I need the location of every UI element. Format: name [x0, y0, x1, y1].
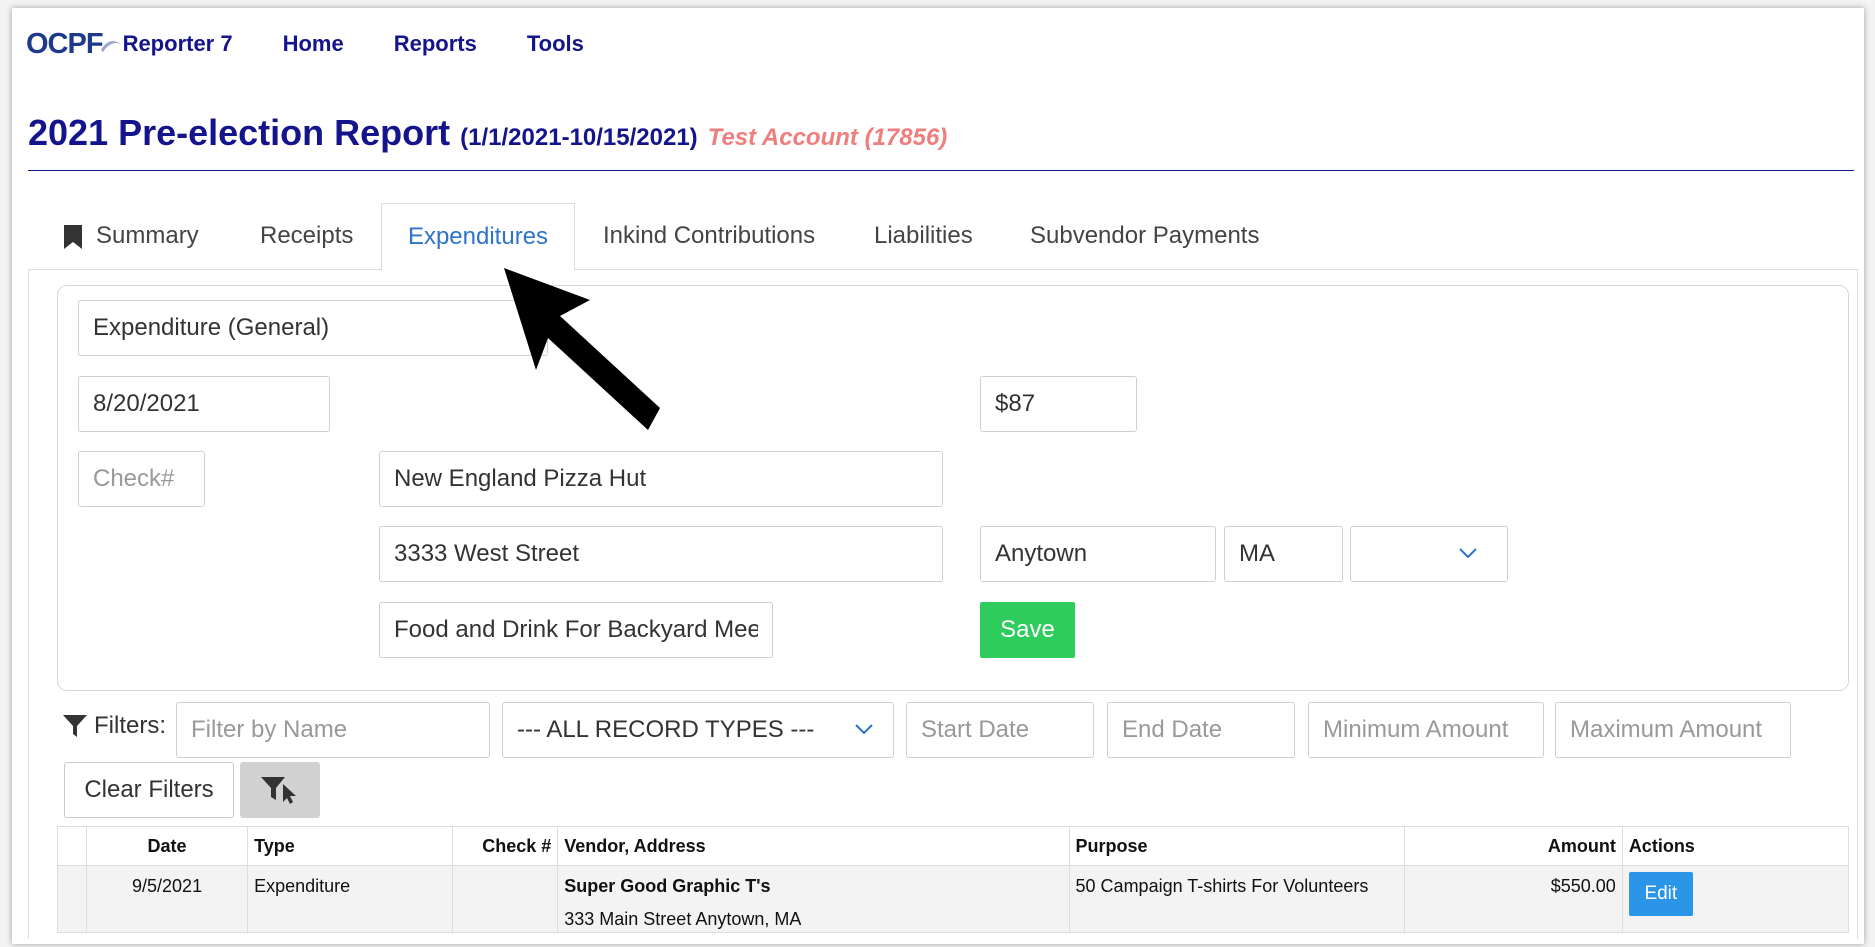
tab-receipts[interactable]: Receipts	[260, 203, 353, 269]
report-tabs: Summary Receipts Expenditures Inkind Con…	[28, 203, 1858, 271]
chevron-down-icon	[855, 724, 873, 735]
tab-receipts-label: Receipts	[260, 222, 354, 249]
vendor-name-field[interactable]	[379, 451, 943, 507]
expenditure-type-select[interactable]: Expenditure (General)	[78, 300, 548, 356]
edit-button[interactable]: Edit	[1628, 872, 1693, 916]
vendor-address: 333 Main Street Anytown, MA	[564, 909, 802, 929]
filters-label: Filters:	[62, 712, 166, 740]
check-number-field[interactable]	[78, 451, 205, 507]
filter-icon	[63, 715, 87, 737]
column-header-check[interactable]: Check #	[452, 826, 559, 866]
report-date-range: (1/1/2021-10/15/2021)	[460, 124, 698, 151]
amount-field[interactable]	[980, 376, 1137, 432]
start-date-filter[interactable]	[906, 702, 1094, 758]
record-type-select[interactable]: --- ALL RECORD TYPES ---	[502, 702, 894, 758]
end-date-filter[interactable]	[1107, 702, 1295, 758]
page-title: 2021 Pre-election Report	[28, 112, 451, 153]
tab-summary-label: Summary	[96, 222, 199, 249]
column-header-type[interactable]: Type	[247, 826, 454, 866]
logo-text: OCPF	[26, 27, 104, 60]
logo-swoosh-icon	[100, 41, 121, 52]
tab-inkind-label: Inkind Contributions	[603, 222, 816, 249]
top-navbar: OCPF Reporter 7 Home Reports Tools	[26, 24, 584, 64]
chevron-down-icon	[1459, 548, 1477, 559]
record-type-value: --- ALL RECORD TYPES ---	[517, 716, 815, 743]
account-label: Test Account (17856)	[707, 124, 948, 151]
row-selector-header	[56, 826, 88, 866]
purpose-field[interactable]	[379, 602, 773, 658]
street-address-field[interactable]	[379, 526, 943, 582]
column-header-actions: Actions	[1621, 826, 1850, 866]
zip-select[interactable]	[1350, 526, 1508, 582]
table-header-row: Date Type Check # Vendor, Address Purpos…	[56, 826, 1850, 866]
row-purpose: 50 Campaign T-shirts For Volunteers	[1068, 865, 1405, 933]
callout-arrow-icon	[504, 268, 660, 430]
city-field[interactable]	[980, 526, 1216, 582]
date-field[interactable]	[78, 376, 330, 432]
column-header-vendor[interactable]: Vendor, Address	[557, 826, 1070, 866]
column-header-date[interactable]: Date	[86, 826, 249, 866]
vendor-name: Super Good Graphic T's	[564, 876, 771, 896]
tab-liabilities[interactable]: Liabilities	[874, 203, 973, 269]
row-actions: Edit	[1621, 865, 1850, 933]
filters-label-text: Filters:	[94, 712, 166, 739]
minimum-amount-filter[interactable]	[1308, 702, 1544, 758]
column-header-amount[interactable]: Amount	[1403, 826, 1623, 866]
tab-summary[interactable]: Summary	[64, 203, 199, 269]
row-type: Expenditure	[247, 865, 454, 933]
row-date: 9/5/2021	[86, 865, 249, 933]
report-title-row: 2021 Pre-election Report (1/1/2021-10/15…	[28, 112, 947, 154]
nav-tools-link[interactable]: Tools	[527, 31, 584, 57]
expenditure-type-value: Expenditure (General)	[93, 314, 330, 341]
row-check	[452, 865, 559, 933]
ocpf-logo[interactable]: OCPF	[26, 24, 121, 64]
tab-subvendor-payments[interactable]: Subvendor Payments	[1030, 203, 1259, 269]
clear-filters-button[interactable]: Clear Filters	[64, 762, 234, 818]
state-field[interactable]	[1224, 526, 1343, 582]
tab-liabilities-label: Liabilities	[874, 222, 973, 249]
table-row[interactable]: 9/5/2021 Expenditure Super Good Graphic …	[56, 865, 1850, 933]
filter-select-button[interactable]	[240, 762, 320, 818]
tab-subvendor-label: Subvendor Payments	[1030, 222, 1260, 249]
row-amount: $550.00	[1403, 865, 1623, 933]
title-divider	[28, 170, 1854, 171]
nav-home-link[interactable]: Home	[283, 31, 344, 57]
row-vendor: Super Good Graphic T's 333 Main Street A…	[557, 865, 1070, 933]
expenditures-table: Date Type Check # Vendor, Address Purpos…	[56, 826, 1850, 933]
filter-pointer-icon	[261, 776, 296, 804]
row-selector[interactable]	[56, 865, 88, 933]
maximum-amount-filter[interactable]	[1555, 702, 1791, 758]
filter-name-input[interactable]	[176, 702, 490, 758]
bookmark-icon	[64, 224, 82, 249]
save-button[interactable]: Save	[980, 602, 1075, 658]
column-header-purpose[interactable]: Purpose	[1068, 826, 1405, 866]
tab-expenditures-label: Expenditures	[407, 223, 549, 250]
nav-reports-link[interactable]: Reports	[394, 31, 477, 57]
brand-name[interactable]: Reporter 7	[123, 31, 233, 57]
